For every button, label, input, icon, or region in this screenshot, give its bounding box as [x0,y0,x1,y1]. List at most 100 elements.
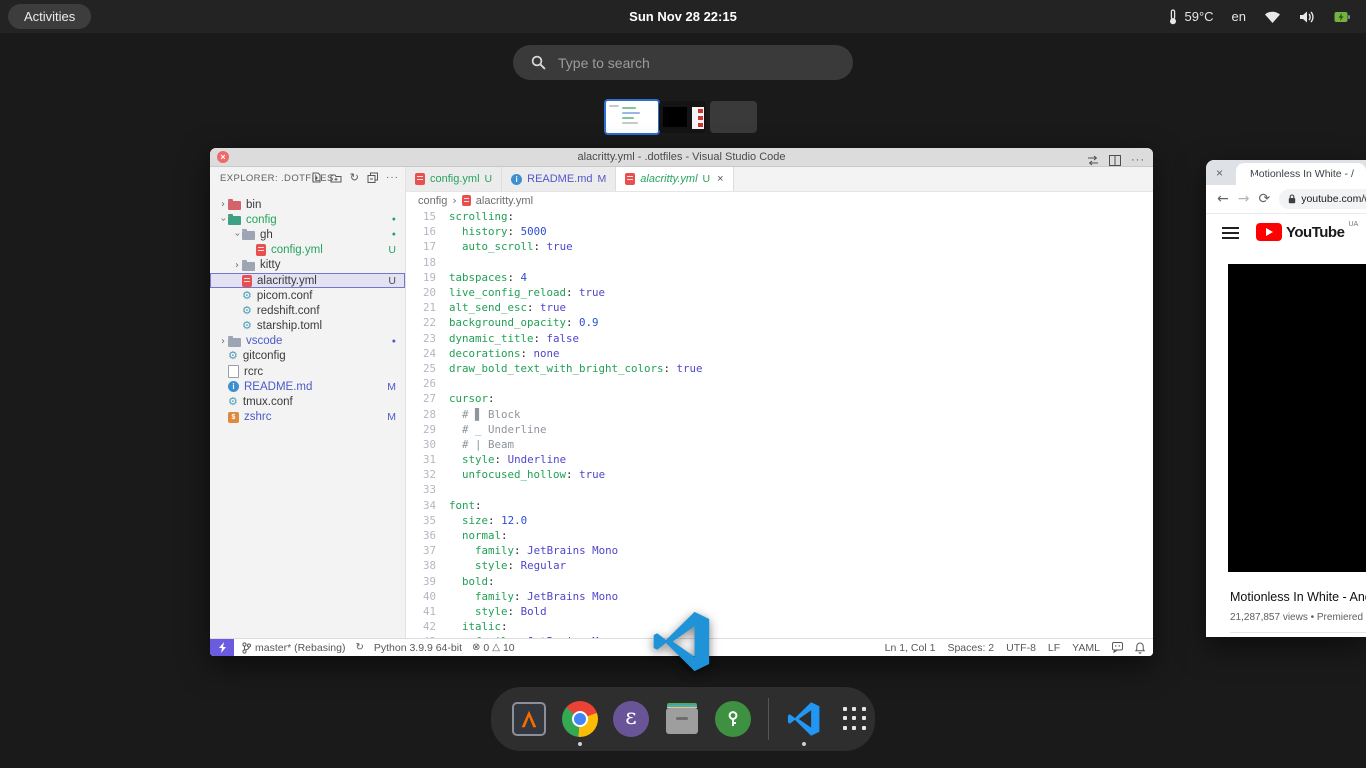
tree-item-tmux-conf[interactable]: ⚙tmux.conf [210,394,405,409]
vscode-app-icon-overlay[interactable] [652,610,712,673]
code-line[interactable]: 36 normal: [406,528,1153,543]
feedback-icon[interactable] [1112,642,1123,653]
code-line[interactable]: 38 style: Regular [406,558,1153,573]
workspace-thumbnail-vscode[interactable] [604,99,660,135]
workspace-thumbnail-empty[interactable] [710,101,757,133]
tree-item-picom-conf[interactable]: ⚙picom.conf [210,288,405,303]
cursor-position-status[interactable]: Ln 1, Col 1 [885,642,936,654]
code-line[interactable]: 16 history: 5000 [406,224,1153,239]
editor-more-actions-icon[interactable]: ··· [1131,154,1145,166]
tree-item-vscode[interactable]: ›vscode● [210,334,405,349]
code-line[interactable]: 39 bold: [406,574,1153,589]
tree-item-redshift-conf[interactable]: ⚙redshift.conf [210,303,405,318]
breadcrumb-folder[interactable]: config [418,195,447,207]
editor-tab-alacritty-yml[interactable]: alacritty.ymlU× [616,167,733,191]
code-line[interactable]: 41 style: Bold [406,604,1153,619]
code-line[interactable]: 20live_config_reload: true [406,285,1153,300]
python-interpreter-status[interactable]: Python 3.9.9 64-bit [374,642,462,654]
tab-close-icon[interactable]: × [717,173,723,185]
youtube-tab[interactable]: Motionless In White - / [1236,163,1366,185]
dock-item-chrome[interactable] [561,700,599,738]
new-folder-icon[interactable] [330,173,342,183]
tree-item-bin[interactable]: ›bin [210,197,405,212]
code-line[interactable]: 31 style: Underline [406,452,1153,467]
window-close-button[interactable]: × [217,151,229,163]
workspace-thumbnail-browser[interactable] [659,101,706,133]
tree-item-alacritty-yml[interactable]: alacritty.ymlU [210,273,405,288]
code-line[interactable]: 17 auto_scroll: true [406,239,1153,254]
tree-item-config[interactable]: ›config● [210,212,405,227]
tree-item-rcrc[interactable]: rcrc [210,364,405,379]
code-line[interactable]: 15scrolling: [406,209,1153,224]
code-line[interactable]: 23dynamic_title: false [406,331,1153,346]
code-line[interactable]: 26 [406,376,1153,391]
back-icon[interactable]: ← [1217,191,1229,207]
breadcrumb[interactable]: config › alacritty.yml [406,192,1153,209]
search-input[interactable]: Type to search [513,45,853,80]
chrome-window[interactable]: × Motionless In White - / ← → ⟳ youtube.… [1206,160,1366,637]
explorer-more-actions-icon[interactable]: ··· [386,172,399,183]
code-line[interactable]: 27cursor: [406,391,1153,406]
code-line[interactable]: 42 italic: [406,619,1153,634]
code-line[interactable]: 32 unfocused_hollow: true [406,467,1153,482]
eol-status[interactable]: LF [1048,642,1060,654]
forward-icon[interactable]: → [1238,191,1250,207]
vscode-window[interactable]: alacritty.yml - .dotfiles - Visual Studi… [210,148,1153,656]
address-bar[interactable]: youtube.com/wa [1279,189,1366,209]
code-line[interactable]: 33 [406,482,1153,497]
code-line[interactable]: 25draw_bold_text_with_bright_colors: tru… [406,361,1153,376]
code-line[interactable]: 40 family: JetBrains Mono [406,589,1153,604]
notifications-bell-icon[interactable] [1135,642,1145,654]
tree-item-readme-md[interactable]: iREADME.mdM [210,379,405,394]
code-line[interactable]: 37 family: JetBrains Mono [406,543,1153,558]
encoding-status[interactable]: UTF-8 [1006,642,1036,654]
new-file-icon[interactable] [311,172,322,183]
partial-tab-close-icon[interactable]: × [1216,166,1223,180]
code-line[interactable]: 22background_opacity: 0.9 [406,315,1153,330]
volume-icon[interactable] [1299,10,1316,24]
code-line[interactable]: 29 # _ Underline [406,422,1153,437]
tree-item-starship-toml[interactable]: ⚙starship.toml [210,319,405,334]
dock-item-vscode[interactable] [785,700,823,738]
tree-item-config-yml[interactable]: config.ymlU [210,243,405,258]
open-changes-icon[interactable] [1087,155,1099,166]
dock-item-emacs[interactable]: ε [612,700,650,738]
menu-hamburger-icon[interactable] [1222,227,1239,239]
code-line[interactable]: 21alt_send_esc: true [406,300,1153,315]
clock[interactable]: Sun Nov 28 22:15 [0,0,1366,33]
video-player[interactable] [1228,264,1366,572]
keyboard-layout-indicator[interactable]: en [1232,9,1246,24]
code-line[interactable]: 24decorations: none [406,346,1153,361]
vscode-titlebar[interactable]: alacritty.yml - .dotfiles - Visual Studi… [210,148,1153,167]
code-editor[interactable]: 15scrolling:16 history: 500017 auto_scro… [406,209,1153,639]
editor-tab-readme-md[interactable]: iREADME.mdM [502,167,616,191]
breadcrumb-file[interactable]: alacritty.yml [476,195,533,207]
indentation-status[interactable]: Spaces: 2 [947,642,994,654]
editor-tab-config-yml[interactable]: config.ymlU [406,167,502,191]
sync-changes-icon[interactable]: ↻ [355,642,363,653]
tree-item-gh[interactable]: ›gh● [210,227,405,242]
refresh-explorer-icon[interactable]: ↻ [350,171,359,184]
code-line[interactable]: 19tabspaces: 4 [406,270,1153,285]
dock-item-alacritty[interactable] [510,700,548,738]
code-line[interactable]: 28 # ▋ Block [406,406,1153,421]
git-branch-status[interactable]: master* (Rebasing) [242,642,345,654]
dock-item-files[interactable] [663,700,701,738]
tree-item-kitty[interactable]: ›kitty [210,258,405,273]
tree-item-gitconfig[interactable]: ⚙gitconfig [210,349,405,364]
code-line[interactable]: 30 # | Beam [406,437,1153,452]
code-line[interactable]: 34font: [406,498,1153,513]
wifi-icon[interactable] [1264,10,1281,24]
tree-item-zshrc[interactable]: $zshrcM [210,410,405,425]
youtube-logo[interactable]: YouTube UA [1256,223,1358,241]
collapse-folders-icon[interactable] [367,172,378,183]
dock-item-keepassxc[interactable] [714,700,752,738]
dock-item-show-applications[interactable] [836,700,874,738]
reload-icon[interactable]: ⟳ [1258,191,1270,207]
remote-indicator[interactable] [210,639,234,656]
battery-charging-icon[interactable] [1334,10,1350,24]
code-line[interactable]: 18 [406,255,1153,270]
problems-status[interactable]: ⊗ 0 △ 10 [472,642,515,654]
split-editor-icon[interactable] [1109,155,1121,166]
code-line[interactable]: 35 size: 12.0 [406,513,1153,528]
